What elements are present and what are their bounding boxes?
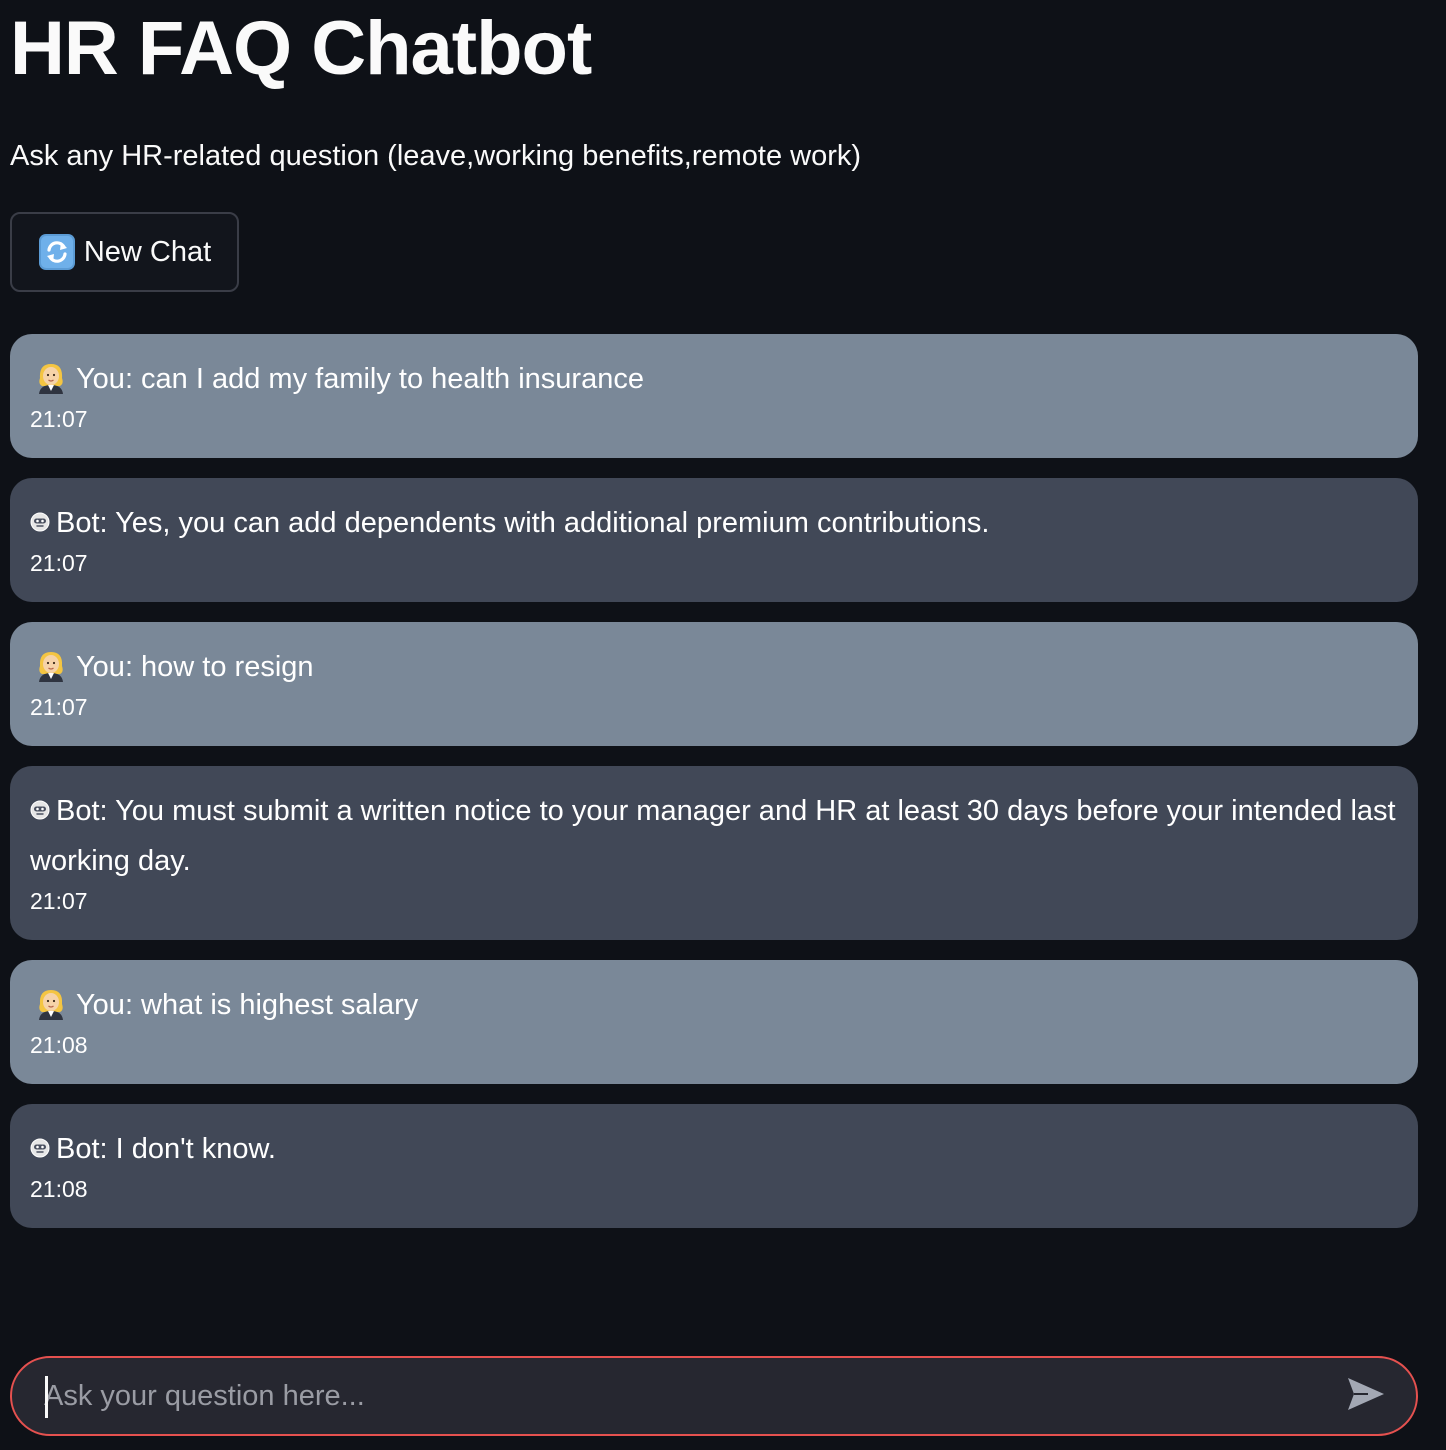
chat-input[interactable] bbox=[12, 1357, 1336, 1435]
user-emoji-icon bbox=[34, 360, 68, 394]
message-text-row: Bot: Yes, you can add dependents with ad… bbox=[30, 498, 1398, 548]
message-timestamp: 21:07 bbox=[30, 406, 88, 432]
bot-emoji-icon bbox=[30, 1124, 50, 1158]
message-text: You: can I add my family to health insur… bbox=[76, 363, 644, 395]
chat-message-bot: Bot: Yes, you can add dependents with ad… bbox=[10, 478, 1418, 602]
page-subtitle: Ask any HR-related question (leave,worki… bbox=[10, 140, 862, 172]
message-timestamp: 21:07 bbox=[30, 888, 88, 914]
chat-message-user: You: how to resign 21:07 bbox=[10, 622, 1418, 746]
user-emoji-icon bbox=[34, 986, 68, 1020]
message-text: Bot: Yes, you can add dependents with ad… bbox=[56, 507, 990, 539]
message-text-row: You: what is highest salary bbox=[30, 980, 1398, 1030]
refresh-icon bbox=[38, 233, 76, 271]
chat-message-user: You: can I add my family to health insur… bbox=[10, 334, 1418, 458]
message-timestamp: 21:07 bbox=[30, 694, 88, 720]
user-emoji-icon bbox=[34, 648, 68, 682]
chat-message-bot: Bot: You must submit a written notice to… bbox=[10, 766, 1418, 940]
message-text: Bot: You must submit a written notice to… bbox=[30, 795, 1396, 877]
message-text: Bot: I don't know. bbox=[56, 1133, 276, 1165]
bot-emoji-icon bbox=[30, 786, 50, 820]
new-chat-label: New Chat bbox=[83, 235, 212, 268]
page-title: HR FAQ Chatbot bbox=[10, 6, 592, 91]
app-page: HR FAQ Chatbot Ask any HR-related questi… bbox=[0, 0, 1446, 1450]
message-text: You: what is highest salary bbox=[76, 989, 419, 1021]
bot-emoji-icon bbox=[30, 498, 50, 532]
message-text-row: You: can I add my family to health insur… bbox=[30, 354, 1398, 404]
send-button[interactable] bbox=[1336, 1366, 1396, 1426]
chat-message-user: You: what is highest salary 21:08 bbox=[10, 960, 1418, 1084]
chat-history: You: can I add my family to health insur… bbox=[10, 334, 1418, 1248]
message-text: You: how to resign bbox=[76, 651, 314, 683]
message-text-row: Bot: You must submit a written notice to… bbox=[30, 786, 1398, 886]
chat-message-bot: Bot: I don't know. 21:08 bbox=[10, 1104, 1418, 1228]
send-icon bbox=[1346, 1376, 1386, 1417]
new-chat-button[interactable]: New Chat bbox=[10, 212, 239, 292]
message-timestamp: 21:08 bbox=[30, 1032, 88, 1058]
chat-input-container bbox=[10, 1356, 1418, 1436]
message-text-row: Bot: I don't know. bbox=[30, 1124, 1398, 1174]
message-timestamp: 21:07 bbox=[30, 550, 88, 576]
text-caret bbox=[45, 1376, 48, 1418]
message-timestamp: 21:08 bbox=[30, 1176, 88, 1202]
message-text-row: You: how to resign bbox=[30, 642, 1398, 692]
